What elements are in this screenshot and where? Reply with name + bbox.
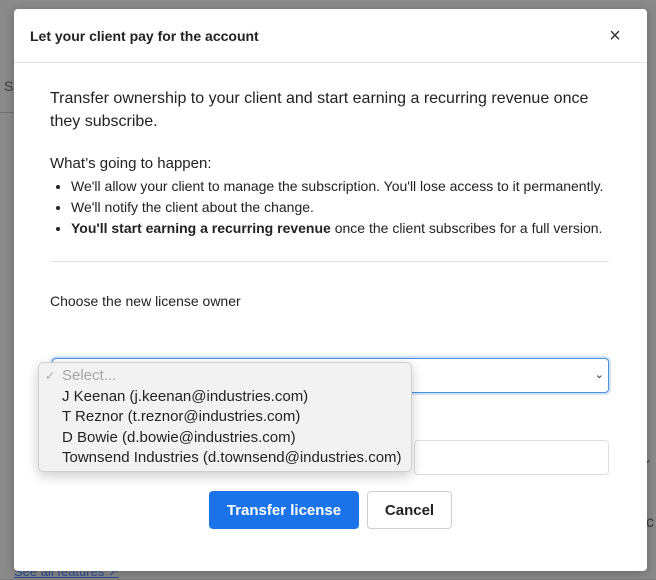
check-icon: ✓ [45,369,56,383]
modal-body: Transfer ownership to your client and st… [14,63,647,309]
modal-actions: Transfer license Cancel [14,491,647,529]
license-owner-dropdown: ✓ Select... J Keenan (j.keenan@industrie… [38,362,412,472]
happen-title: What’s going to happen: [50,155,212,172]
intro-text: Transfer ownership to your client and st… [50,90,589,130]
list-item: You'll start earning a recurring revenue… [71,218,611,239]
dropdown-option[interactable]: T Reznor (t.reznor@industries.com) [39,407,411,428]
chevron-down-icon: ⌄ [594,369,604,381]
list-item: We'll allow your client to manage the su… [71,176,611,197]
transfer-license-button[interactable]: Transfer license [209,491,359,529]
secondary-field[interactable] [414,440,609,475]
happen-list: We'll allow your client to manage the su… [50,176,611,239]
modal-title: Let your client pay for the account [30,27,259,44]
modal-header: Let your client pay for the account × [14,9,647,63]
close-icon[interactable]: × [603,24,627,48]
background-text-fragment: c [646,514,654,531]
transfer-license-modal: Let your client pay for the account × Tr… [14,9,647,571]
cancel-button[interactable]: Cancel [367,491,452,529]
dropdown-option[interactable]: Townsend Industries (d.townsend@industri… [39,448,411,469]
background-divider [0,112,14,113]
list-item: We'll notify the client about the change… [71,197,611,218]
dropdown-option-placeholder[interactable]: ✓ Select... [39,366,411,387]
divider [50,261,609,262]
dropdown-option[interactable]: D Bowie (d.bowie@industries.com) [39,428,411,449]
owner-label: Choose the new license owner [50,293,241,309]
background-text-fragment: S [4,78,14,94]
dropdown-option[interactable]: J Keenan (j.keenan@industries.com) [39,387,411,408]
